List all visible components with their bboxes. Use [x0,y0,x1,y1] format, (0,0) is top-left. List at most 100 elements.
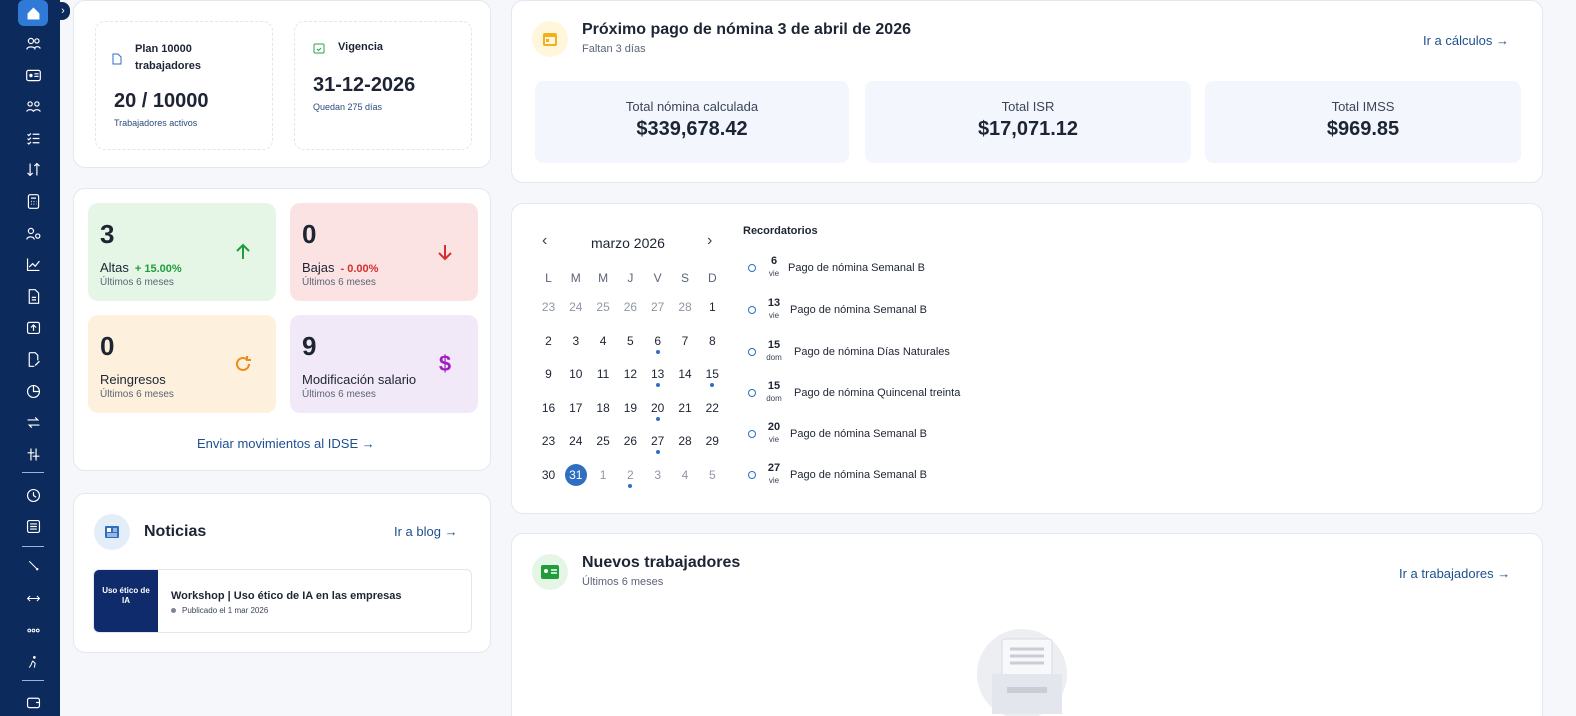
sidebar-toggle-button[interactable]: › [56,2,70,20]
go-to-blog-link[interactable]: Ir a blog → [394,524,458,539]
payroll-title: Próximo pago de nómina 3 de abril de 202… [582,21,911,38]
total-isr-label: Total ISR [1001,99,1055,114]
calendar-day[interactable]: 20 [644,401,671,415]
event-dot [655,383,660,387]
calendar-day[interactable]: 23 [535,434,562,448]
swap-icon[interactable] [18,410,48,434]
vigencia-tile: Vigencia 31-12-2026 Quedan 275 días [294,21,472,150]
calendar-day[interactable]: 15 [699,367,726,381]
calendar-day[interactable]: 28 [672,300,699,314]
calendar-day[interactable]: 11 [590,367,617,381]
calendar-day[interactable]: 1 [590,468,617,482]
users-icon[interactable] [18,31,48,55]
calendar-day[interactable]: 2 [535,334,562,348]
document-icon[interactable] [18,284,48,308]
reminder-item[interactable]: 6 vie Pago de nómina Semanal B [748,255,1008,285]
dots-icon[interactable] [18,618,48,642]
edit-document-icon[interactable] [18,347,48,371]
news-thumbnail: Uso ético de IA [94,570,158,632]
calendar-day[interactable]: 21 [672,401,699,415]
run-icon[interactable] [18,650,48,674]
go-to-calculations-link[interactable]: Ir a cálculos → [1423,33,1509,48]
employee-key-icon[interactable] [18,221,48,245]
calendar-day[interactable]: 5 [617,334,644,348]
calendar-day[interactable]: 6 [644,334,671,348]
calendar-day[interactable]: 30 [535,468,562,482]
calendar-day[interactable]: 23 [535,300,562,314]
reminder-text: Pago de nómina Días Naturales [794,346,950,358]
reminder-day: 13 [767,297,781,309]
prev-month-button[interactable]: ‹ [542,232,547,250]
reminder-item[interactable]: 20 vie Pago de nómina Semanal B [748,421,1008,451]
pie-chart-icon[interactable] [18,379,48,403]
calendar-day[interactable]: 28 [672,434,699,448]
calendar-day[interactable]: 8 [699,334,726,348]
calendar-day[interactable]: 25 [590,434,617,448]
diagonal-icon[interactable] [18,553,48,577]
reminder-weekday: dom [766,394,782,403]
bajas-card[interactable]: 0 Bajas - 0.00% Últimos 6 meses [290,203,478,301]
calendar-day[interactable]: 26 [617,434,644,448]
calendar-day[interactable]: 29 [699,434,726,448]
calendar-day[interactable]: 25 [590,300,617,314]
calendar-day[interactable]: 19 [617,401,644,415]
sidebar [0,0,60,716]
arrow-up-icon [236,243,250,259]
calendar-day[interactable]: 18 [590,401,617,415]
dollar-icon: $ [438,351,452,376]
news-item[interactable]: Uso ético de IA Workshop | Uso ético de … [93,569,472,633]
calendar-day[interactable]: 10 [562,367,589,381]
reingresos-card[interactable]: 0 Reingresos Últimos 6 meses [88,315,276,413]
list-icon[interactable] [18,514,48,538]
salario-sub: Últimos 6 meses [302,389,376,400]
team-icon[interactable] [18,94,48,118]
reminder-item[interactable]: 13 vie Pago de nómina Semanal B [748,297,1008,327]
reminder-text: Pago de nómina Semanal B [790,304,927,316]
calendar-day[interactable]: 27 [644,300,671,314]
checklist-icon[interactable] [18,126,48,150]
clock-icon[interactable] [18,483,48,507]
calendar-day[interactable]: 4 [590,334,617,348]
chart-line-icon[interactable] [18,252,48,276]
calendar-day[interactable]: 7 [672,334,699,348]
calendar-day[interactable]: 3 [562,334,589,348]
calendar-check-icon [313,43,325,54]
calendar-day[interactable]: 27 [644,434,671,448]
calendar-day[interactable]: 9 [535,367,562,381]
calendar-month: marzo 2026 [591,235,665,251]
calendar-day[interactable]: 12 [617,367,644,381]
id-card-icon[interactable] [18,63,48,87]
calendar-day[interactable]: 24 [562,434,589,448]
salario-label: Modificación salario [302,372,417,387]
calendar-day[interactable]: 22 [699,401,726,415]
calendar-day[interactable]: 3 [644,468,671,482]
reminder-item[interactable]: 15 dom Pago de nómina Días Naturales [748,339,1008,369]
calendar-day[interactable]: 16 [535,401,562,415]
dots-link-icon[interactable] [18,586,48,610]
calendar-day[interactable]: 1 [699,300,726,314]
adjust-icon[interactable] [18,442,48,466]
calendar-day[interactable]: 31 [562,468,589,482]
plan-card: Plan 10000 trabajadores 20 / 10000 Traba… [73,0,491,168]
calendar-day[interactable]: 26 [617,300,644,314]
vigencia-value: 31-12-2026 [313,74,416,96]
calendar-day[interactable]: 4 [672,468,699,482]
transfer-icon[interactable] [18,157,48,181]
idse-link[interactable]: Enviar movimientos al IDSE → [197,436,375,451]
next-month-button[interactable]: › [707,232,712,250]
calendar-day[interactable]: 14 [672,367,699,381]
calendar-day[interactable]: 24 [562,300,589,314]
calculator-icon[interactable] [18,189,48,213]
upload-icon[interactable] [18,315,48,339]
reminder-item[interactable]: 27 vie Pago de nómina Semanal B [748,462,1008,492]
calendar-day[interactable]: 13 [644,367,671,381]
home-icon[interactable] [18,0,48,26]
calendar-day[interactable]: 17 [562,401,589,415]
go-to-workers-link[interactable]: Ir a trabajadores → [1399,566,1510,581]
calendar-day[interactable]: 2 [617,468,644,482]
calendar-day[interactable]: 5 [699,468,726,482]
wallet-icon[interactable] [18,690,48,714]
reminder-item[interactable]: 15 dom Pago de nómina Quincenal treinta [748,380,1008,410]
salario-card[interactable]: 9 Modificación salario Últimos 6 meses $ [290,315,478,413]
altas-card[interactable]: 3 Altas + 15.00% Últimos 6 meses [88,203,276,301]
